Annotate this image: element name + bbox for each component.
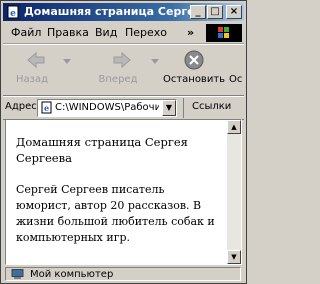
forward-label: Вперед <box>98 74 138 85</box>
back-label: Назад <box>15 74 48 85</box>
links-bar[interactable]: Ссылки <box>183 98 231 118</box>
page-body: Домашняя страница Сергея Сергеева Сергей… <box>6 120 229 264</box>
window-title: Домашняя страница Сергея <box>24 5 202 18</box>
refresh-button[interactable]: Ос <box>227 47 244 91</box>
svg-text:e: e <box>10 9 16 19</box>
minimize-button[interactable]: _ <box>190 5 206 19</box>
page-content: Домашняя страница Сергея Сергеева Сергей… <box>5 119 242 265</box>
close-button[interactable]: × <box>226 5 242 19</box>
back-button[interactable]: Назад <box>7 47 73 91</box>
menu-go[interactable]: Перехо <box>125 26 167 39</box>
menu-file[interactable]: Файл <box>11 26 41 39</box>
stop-label: Остановить <box>162 74 226 85</box>
menu-bar: Файл Правка Вид Перехо » <box>3 23 244 44</box>
scroll-up-icon[interactable]: ▲ <box>227 120 241 134</box>
my-computer-icon <box>11 269 24 279</box>
maximize-button[interactable]: □ <box>207 5 223 19</box>
forward-button[interactable]: Вперед <box>91 47 161 91</box>
links-label: Ссылки <box>192 101 232 112</box>
address-value: C:\WINDOWS\Рабочий <box>55 102 159 113</box>
back-dropdown-icon[interactable] <box>63 59 71 65</box>
forward-dropdown-icon[interactable] <box>151 59 159 65</box>
refresh-label: Ос <box>229 74 243 85</box>
status-bar: Мой компьютер <box>3 266 244 282</box>
menu-edit[interactable]: Правка <box>47 26 89 39</box>
address-label: Адрес <box>5 101 37 112</box>
status-pane: Мой компьютер <box>5 267 241 281</box>
address-bar: Адрес e C:\WINDOWS\Рабочий ▼ Ссылки <box>3 96 244 120</box>
windows-logo-icon <box>206 24 242 42</box>
browser-window: e Домашняя страница Сергея _ □ × Файл Пр… <box>0 0 247 284</box>
page-paragraph: Сергей Сергеев писатель юморист, автор 2… <box>16 183 215 244</box>
svg-text:e: e <box>44 103 49 113</box>
status-text: Мой компьютер <box>30 269 114 280</box>
menu-view[interactable]: Вид <box>95 26 117 39</box>
page-icon: e <box>41 101 52 114</box>
title-bar[interactable]: e Домашняя страница Сергея _ □ × <box>3 3 244 21</box>
vertical-scrollbar[interactable]: ▲ ▼ <box>227 120 241 264</box>
address-dropdown-icon[interactable]: ▼ <box>162 100 176 116</box>
ie-page-icon: e <box>7 5 19 19</box>
scroll-down-icon[interactable]: ▼ <box>227 250 241 264</box>
page-heading: Домашняя страница Сергея Сергеева <box>16 135 188 165</box>
back-arrow-icon <box>27 51 45 69</box>
stop-icon <box>184 50 204 70</box>
forward-arrow-icon <box>113 51 131 69</box>
menu-more-chevron[interactable]: » <box>187 26 194 39</box>
toolbar: Назад Вперед Остановить Ос <box>3 44 244 96</box>
address-input[interactable]: e C:\WINDOWS\Рабочий ▼ <box>37 99 177 117</box>
stop-button[interactable]: Остановить <box>161 47 227 91</box>
